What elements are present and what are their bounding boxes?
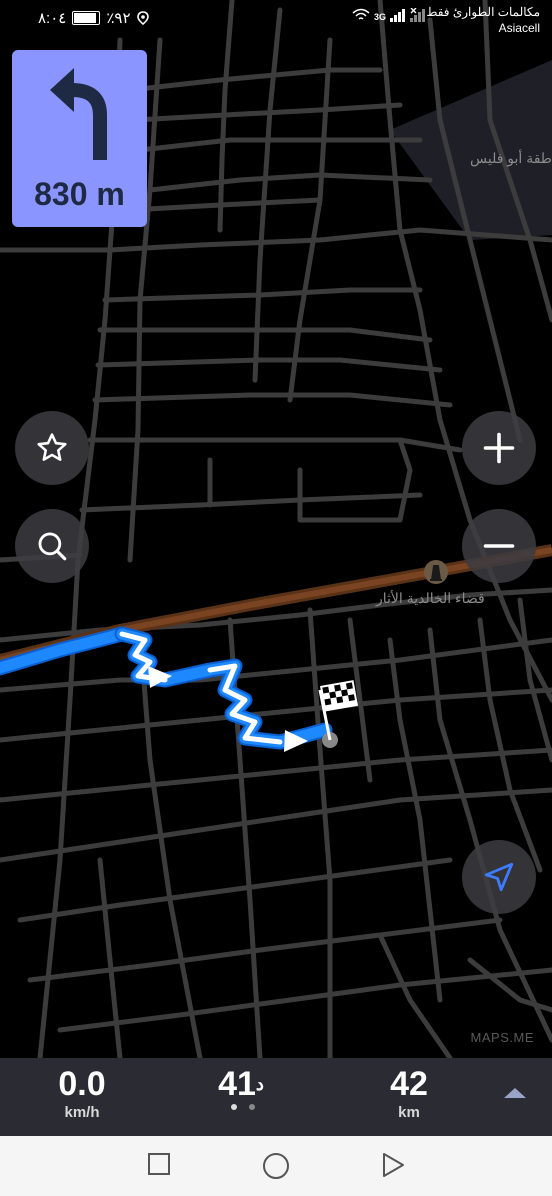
clock: ٨:٠٤ <box>38 10 67 27</box>
navigation-arrow-icon <box>484 862 514 892</box>
status-left: ٨:٠٤ ٪٩٢ <box>38 9 149 27</box>
speed-value: 0.0 <box>58 1065 106 1103</box>
no-signal-icon <box>410 8 425 22</box>
triangle-icon[interactable] <box>381 1152 405 1178</box>
status-bar: ٨:٠٤ ٪٩٢ 3G مكالمات الطوارئ فقط Asiacell <box>0 0 552 40</box>
area-label: طقة أبو فليس <box>470 150 552 166</box>
page-dot <box>231 1104 237 1110</box>
location-icon <box>136 11 149 25</box>
carrier-line-1: مكالمات الطوارئ فقط <box>426 5 540 19</box>
time-remaining-metric: 41د <box>196 1064 286 1104</box>
expand-chevron-up-icon[interactable] <box>503 1086 527 1100</box>
signal-icons: 3G <box>352 8 426 22</box>
minus-icon <box>483 544 515 548</box>
zoom-in-button[interactable] <box>462 411 536 485</box>
search-button[interactable] <box>15 509 89 583</box>
navigation-info-panel[interactable]: 0.0 km/h 41د 42 km <box>0 1058 552 1136</box>
turn-instruction-card[interactable]: 830 m <box>12 50 147 227</box>
network-type: 3G <box>373 12 386 22</box>
carrier-line-2: Asiacell <box>498 21 540 35</box>
star-icon <box>37 433 67 461</box>
page-dot <box>249 1104 255 1110</box>
square-icon[interactable] <box>147 1152 171 1176</box>
battery-icon <box>72 11 101 25</box>
maps-me-watermark: MAPS.ME <box>470 1030 534 1045</box>
search-icon <box>38 532 67 561</box>
wifi-icon <box>352 8 370 20</box>
page-indicator <box>231 1104 255 1110</box>
bookmark-button[interactable] <box>15 411 89 485</box>
time-unit: د <box>255 1074 264 1094</box>
monument-poi-icon <box>424 560 448 584</box>
turn-distance: 830 m <box>34 176 125 212</box>
speed-metric: 0.0 km/h <box>30 1064 134 1121</box>
distance-unit: km <box>398 1104 420 1121</box>
time-value: 41د <box>196 1064 286 1104</box>
distance-value: 42 <box>390 1065 428 1103</box>
battery-level: ٪٩٢ <box>106 10 131 27</box>
carrier-info: مكالمات الطوارئ فقط Asiacell <box>426 4 540 36</box>
distance-remaining-metric: 42 km <box>360 1064 458 1121</box>
my-position-button[interactable] <box>462 840 536 914</box>
turn-left-arrow-icon <box>50 68 107 160</box>
speed-unit: km/h <box>64 1104 100 1121</box>
plus-icon <box>483 432 515 464</box>
signal-bars-icon <box>390 9 405 22</box>
system-navigation-bar <box>0 1136 552 1196</box>
circle-icon[interactable] <box>262 1152 290 1180</box>
time-number: 41 <box>218 1065 256 1103</box>
zoom-out-button[interactable] <box>462 509 536 583</box>
poi-label[interactable]: قضاء الخالدية الأثار <box>376 590 485 607</box>
